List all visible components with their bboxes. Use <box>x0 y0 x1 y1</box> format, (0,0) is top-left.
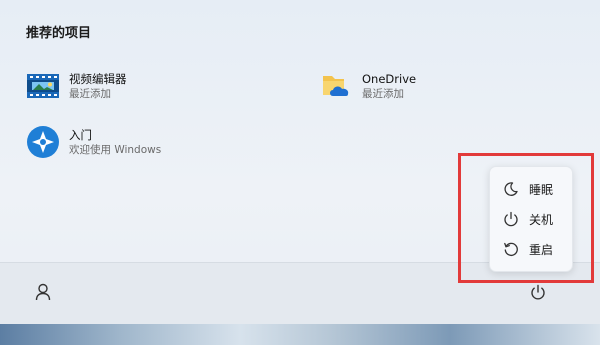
power-options-menu: 睡眠 关机 重启 <box>489 166 573 272</box>
recommended-item-name: 入门 <box>69 127 92 142</box>
recommended-item-get-started[interactable]: 入门 欢迎使用 Windows <box>25 124 161 160</box>
recommended-item-subtitle: 最近添加 <box>69 87 111 100</box>
power-icon <box>502 210 520 228</box>
menu-item-label: 睡眠 <box>529 182 554 197</box>
recommended-item-onedrive[interactable]: OneDrive 最近添加 <box>318 68 416 104</box>
recommended-item-name: 视频编辑器 <box>69 71 127 86</box>
recommended-item-subtitle: 欢迎使用 Windows <box>69 143 162 156</box>
user-account-button[interactable] <box>26 280 60 308</box>
menu-item-restart[interactable]: 重启 <box>490 234 572 264</box>
get-started-icon <box>25 124 61 160</box>
recommended-section-title: 推荐的项目 <box>26 26 92 41</box>
menu-item-sleep[interactable]: 睡眠 <box>490 174 572 204</box>
menu-item-label: 重启 <box>529 242 554 257</box>
power-icon <box>530 284 546 305</box>
recommended-item-subtitle: 最近添加 <box>362 87 404 100</box>
onedrive-icon <box>318 68 354 104</box>
user-icon <box>35 283 51 305</box>
recommended-item-video-editor[interactable]: 视频编辑器 最近添加 <box>25 68 127 104</box>
taskbar-strip <box>0 324 600 345</box>
menu-item-label: 关机 <box>529 212 554 227</box>
video-editor-icon <box>25 68 61 104</box>
restart-icon <box>502 240 520 258</box>
sleep-icon <box>502 180 520 198</box>
menu-item-shutdown[interactable]: 关机 <box>490 204 572 234</box>
power-button[interactable] <box>522 280 554 308</box>
recommended-item-name: OneDrive <box>362 71 417 86</box>
